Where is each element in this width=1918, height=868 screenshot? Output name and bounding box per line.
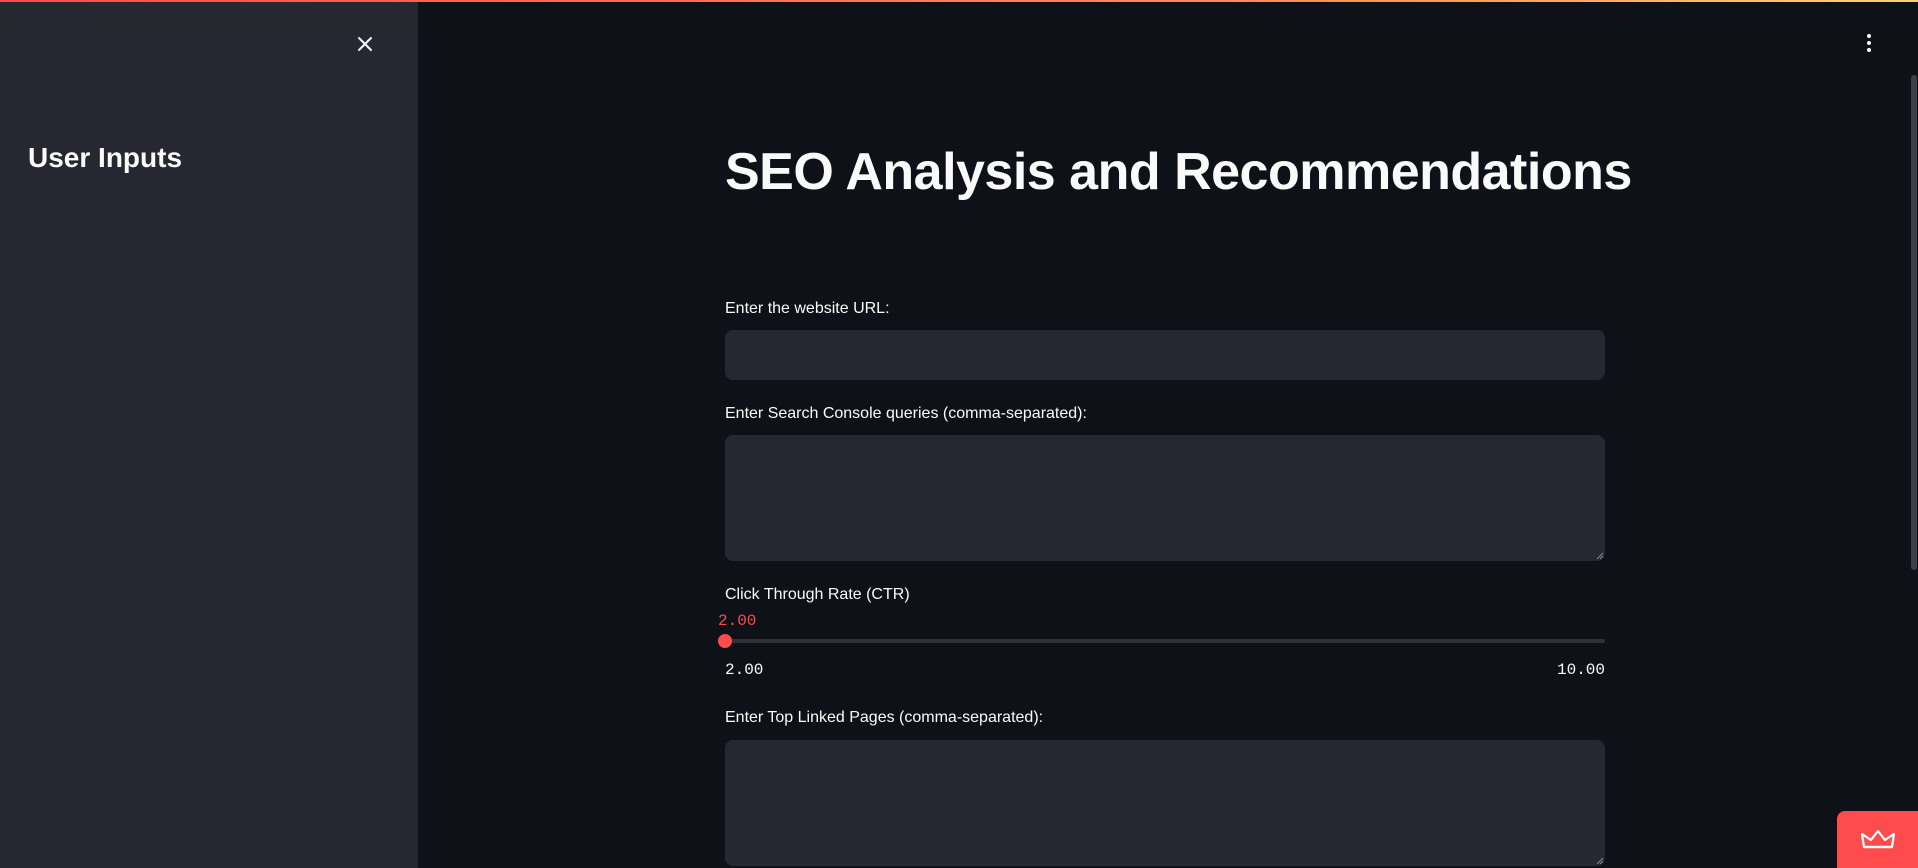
ctr-slider-track[interactable] <box>725 639 1605 643</box>
resize-handle-icon[interactable] <box>1594 855 1604 865</box>
sidebar: User Inputs <box>0 0 418 868</box>
ctr-slider-thumb[interactable] <box>718 634 732 648</box>
top-decoration-stripe <box>0 0 1918 2</box>
close-sidebar-button[interactable] <box>352 31 378 57</box>
main-content <box>418 0 1918 868</box>
resize-handle-icon[interactable] <box>1594 550 1604 560</box>
search-console-queries-textarea[interactable] <box>725 435 1605 561</box>
page-title: SEO Analysis and Recommendations <box>725 143 1632 201</box>
website-url-input[interactable] <box>725 330 1605 380</box>
top-linked-pages-textarea[interactable] <box>725 740 1605 866</box>
top-pages-field-label: Enter Top Linked Pages (comma-separated)… <box>725 709 1044 726</box>
crown-icon <box>1860 829 1895 848</box>
ctr-slider-min: 2.00 <box>725 661 764 679</box>
close-icon <box>358 37 372 51</box>
streamlit-badge-button[interactable] <box>1837 811 1918 868</box>
ctr-slider-current-value: 2.00 <box>718 612 757 630</box>
url-field-label: Enter the website URL: <box>725 300 890 317</box>
ctr-slider-label: Click Through Rate (CTR) <box>725 586 910 603</box>
ctr-slider-max: 10.00 <box>1556 661 1605 679</box>
scrollbar[interactable] <box>1911 75 1917 570</box>
vertical-ellipsis-icon <box>1867 34 1871 38</box>
sidebar-title: User Inputs <box>28 142 183 173</box>
queries-field-label: Enter Search Console queries (comma-sepa… <box>725 405 1087 422</box>
main-menu-button[interactable] <box>1858 30 1880 56</box>
